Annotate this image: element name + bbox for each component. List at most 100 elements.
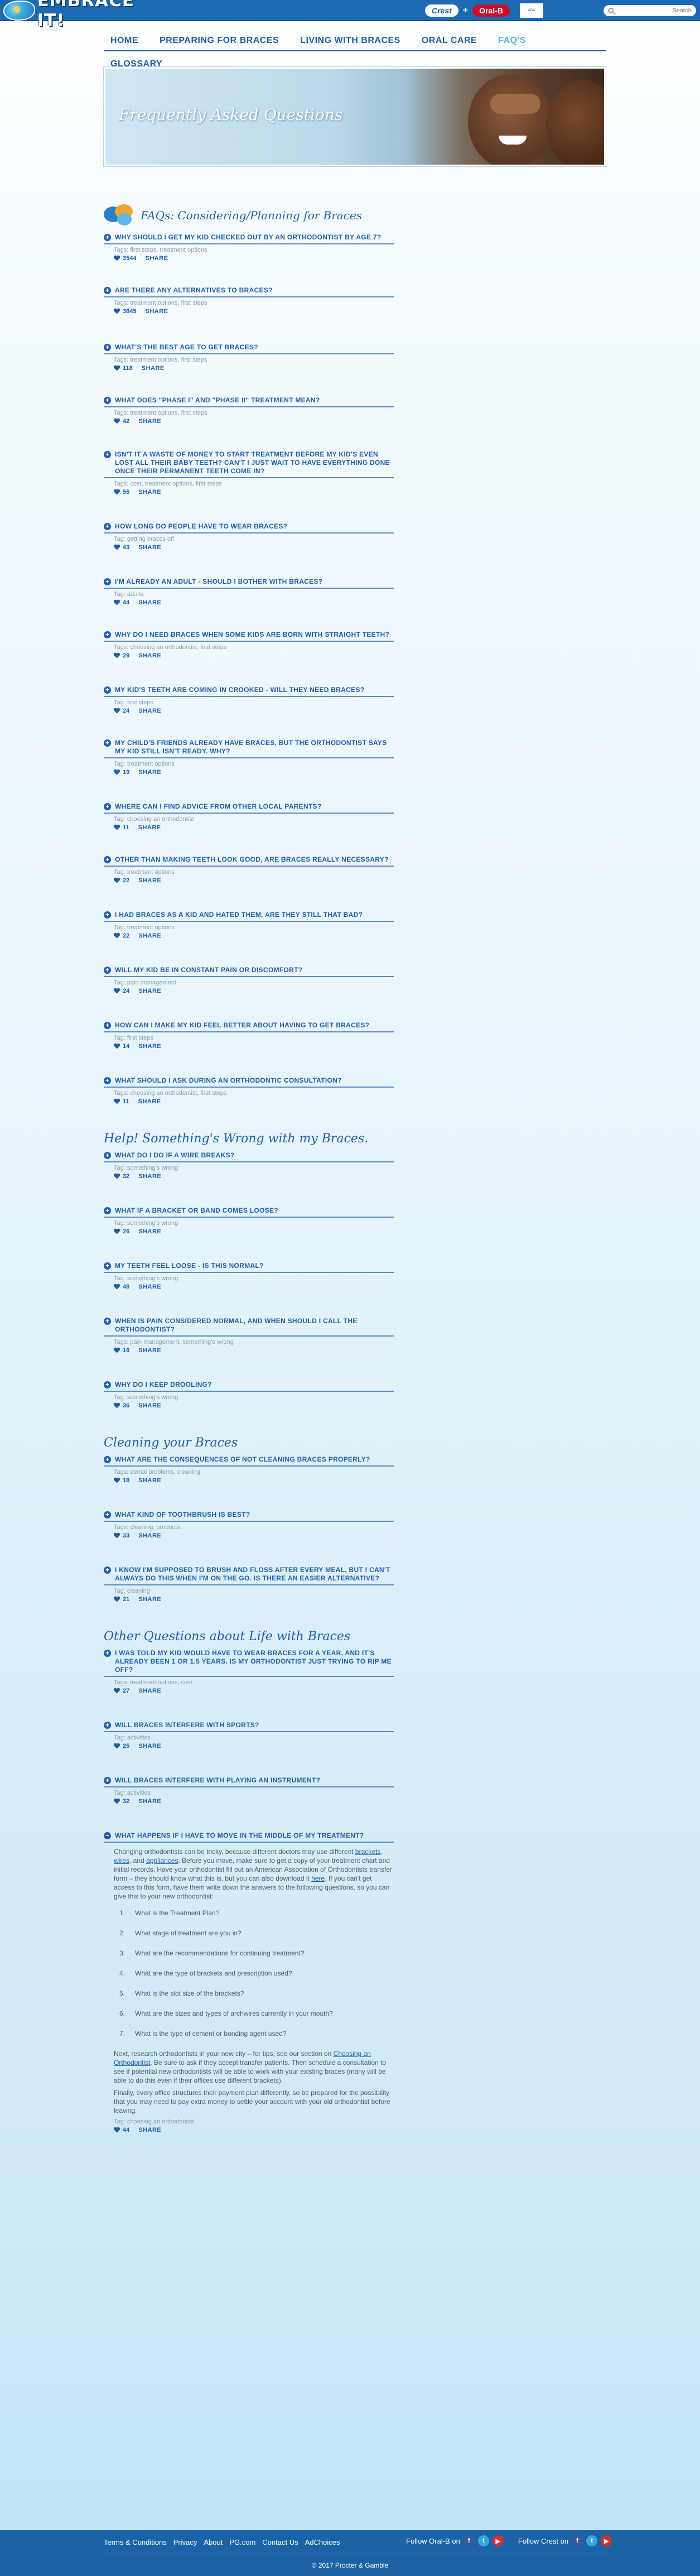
faq-question[interactable]: + What's the best age to get braces? xyxy=(104,343,394,352)
link-choosing-an-orthodontist[interactable]: Choosing an Orthodontist xyxy=(114,2050,371,2066)
oral-b-facebook-icon[interactable]: f xyxy=(463,2535,475,2546)
share-button[interactable]: SHARE xyxy=(142,365,165,372)
faq-question[interactable]: + What do I do if a wire breaks? xyxy=(104,1151,394,1160)
faq-question-text[interactable]: My child's friends already have braces, … xyxy=(115,739,394,756)
heart-icon[interactable] xyxy=(114,309,120,314)
faq-tags[interactable]: Tag: activities xyxy=(114,1734,394,1741)
faq-tags[interactable]: Tag: treatment options xyxy=(114,924,394,931)
faq-tags[interactable]: Tags: treatment options, first steps xyxy=(114,410,394,416)
faq-question-text[interactable]: I'm already an adult - should I bother w… xyxy=(115,578,322,586)
faq-question[interactable]: + Why do I need braces when some kids are… xyxy=(104,631,394,639)
expand-icon[interactable]: + xyxy=(104,1318,111,1325)
expand-icon[interactable]: + xyxy=(104,967,111,974)
footer-link-pg-com[interactable]: PG.com xyxy=(229,2538,255,2546)
footer-link-privacy[interactable]: Privacy xyxy=(173,2538,197,2546)
nav-item-home[interactable]: HOME xyxy=(104,36,153,50)
expand-icon[interactable]: + xyxy=(104,1650,111,1657)
share-button[interactable]: SHARE xyxy=(145,255,168,262)
footer-link-about[interactable]: About xyxy=(204,2538,223,2546)
search-box[interactable]: Search xyxy=(604,5,696,16)
share-button[interactable]: SHARE xyxy=(138,1173,161,1180)
faq-tags[interactable]: Tags: treatment options, first steps xyxy=(114,357,394,363)
expand-icon[interactable]: + xyxy=(104,686,111,694)
faq-question[interactable]: + Why should I get my kid checked out by … xyxy=(104,233,394,242)
expand-icon[interactable]: + xyxy=(104,803,111,810)
faq-tags[interactable]: Tag: something's wrong xyxy=(114,1275,394,1282)
share-button[interactable]: SHARE xyxy=(138,933,161,939)
expand-icon[interactable]: + xyxy=(104,1022,111,1029)
faq-question-text[interactable]: What happens if I have to move in the mi… xyxy=(115,1832,364,1840)
faq-tags[interactable]: Tag: treatment options xyxy=(114,761,394,767)
faq-question[interactable]: + Will braces interfere with sports? xyxy=(104,1721,394,1729)
faq-tags[interactable]: Tags: treatment options, first steps xyxy=(114,300,394,306)
faq-tags[interactable]: Tag: choosing an orthodontist xyxy=(114,816,394,823)
faq-tags[interactable]: Tags: pain management, something's wrong xyxy=(114,1339,394,1345)
faq-tags[interactable]: Tags: cost, treatment options, first ste… xyxy=(114,480,394,487)
faq-question-text[interactable]: My teeth feel loose - is this normal? xyxy=(115,1262,264,1270)
faq-tags[interactable]: Tag: something's wrong xyxy=(114,1394,394,1401)
heart-icon[interactable] xyxy=(114,1284,120,1290)
faq-question-text[interactable]: Will braces interfere with playing an in… xyxy=(115,1776,320,1785)
link-wires[interactable]: wires xyxy=(114,1857,129,1864)
share-button[interactable]: SHARE xyxy=(138,652,161,659)
oral-b-logo[interactable]: Oral-B xyxy=(472,4,510,17)
heart-icon[interactable] xyxy=(114,489,120,495)
faq-question-text[interactable]: Will my kid be in constant pain or disco… xyxy=(115,966,302,974)
heart-icon[interactable] xyxy=(114,1229,120,1234)
crest-youtube-icon[interactable]: ▶ xyxy=(601,2535,612,2546)
expand-icon[interactable]: + xyxy=(104,1722,111,1729)
faq-question[interactable]: + My kid's teeth are coming in crooked - … xyxy=(104,686,394,694)
faq-question[interactable]: + Isn't it a waste of money to start trea… xyxy=(104,450,394,475)
nav-item-faq-s[interactable]: FAQ'S xyxy=(491,36,540,50)
oral-b-twitter-icon[interactable]: t xyxy=(477,2535,489,2546)
share-button[interactable]: SHARE xyxy=(145,308,168,315)
expand-icon[interactable]: + xyxy=(104,1262,111,1270)
expand-icon[interactable]: + xyxy=(104,1152,111,1159)
faq-question-text[interactable]: What kind of toothbrush is best? xyxy=(115,1511,250,1519)
faq-tags[interactable]: Tag: adults xyxy=(114,591,394,598)
share-button[interactable]: SHARE xyxy=(138,1532,161,1539)
share-button[interactable]: SHARE xyxy=(138,489,161,496)
faq-tags[interactable]: Tag: cleaning xyxy=(114,1588,394,1594)
faq-question[interactable]: + What should I ask during an orthodontic… xyxy=(104,1076,394,1085)
faq-question-text[interactable]: How can I make my kid feel better about … xyxy=(115,1021,369,1030)
share-button[interactable]: SHARE xyxy=(138,1402,161,1409)
share-button[interactable]: SHARE xyxy=(138,1043,161,1050)
expand-icon[interactable]: + xyxy=(104,856,111,863)
share-button[interactable]: SHARE xyxy=(138,708,161,714)
heart-icon[interactable] xyxy=(114,1174,120,1179)
expand-icon[interactable]: + xyxy=(104,911,111,919)
faq-question[interactable]: + How long do people have to wear braces? xyxy=(104,522,394,531)
search-label[interactable]: Search xyxy=(672,7,692,14)
crest-facebook-icon[interactable]: f xyxy=(572,2535,583,2546)
faq-question-text[interactable]: What are the consequences of not cleanin… xyxy=(115,1455,370,1464)
share-button[interactable]: SHARE xyxy=(138,1798,161,1805)
faq-question-text[interactable]: What do I do if a wire breaks? xyxy=(115,1151,235,1160)
heart-icon[interactable] xyxy=(114,1533,120,1539)
faq-tags[interactable]: Tag: activities xyxy=(114,1790,394,1796)
expand-icon[interactable]: + xyxy=(104,451,111,458)
share-button[interactable]: SHARE xyxy=(138,544,161,551)
share-button[interactable]: SHARE xyxy=(138,1347,161,1354)
heart-icon[interactable] xyxy=(114,1044,120,1049)
faq-tags[interactable]: Tag: treatment options xyxy=(114,869,394,876)
expand-icon[interactable]: + xyxy=(104,578,111,585)
faq-question-text[interactable]: My kid's teeth are coming in crooked - w… xyxy=(115,686,364,694)
faq-question[interactable]: + What if a bracket or band comes loose? xyxy=(104,1207,394,1215)
share-button[interactable]: SHARE xyxy=(138,1743,161,1750)
faq-question[interactable]: + Will braces interfere with playing an i… xyxy=(104,1776,394,1785)
heart-icon[interactable] xyxy=(114,419,120,424)
faq-question[interactable]: + Other than making teeth look good, are … xyxy=(104,856,394,864)
faq-question[interactable]: + My teeth feel loose - is this normal? xyxy=(104,1262,394,1270)
faq-question[interactable]: + How can I make my kid feel better about… xyxy=(104,1021,394,1030)
embrace-it-logo[interactable]: EMBRACE IT! xyxy=(3,0,165,31)
faq-tags[interactable]: Tag: pain management xyxy=(114,979,394,986)
search-icon[interactable] xyxy=(608,8,614,13)
heart-icon[interactable] xyxy=(114,545,120,550)
faq-question[interactable]: + I was told my kid would have to wear br… xyxy=(104,1649,394,1674)
heart-icon[interactable] xyxy=(114,1597,120,1602)
share-button[interactable]: SHARE xyxy=(138,988,161,994)
link-here[interactable]: here xyxy=(311,1875,325,1882)
faq-question-text[interactable]: Isn't it a waste of money to start treat… xyxy=(115,450,394,475)
heart-icon[interactable] xyxy=(114,1348,120,1353)
